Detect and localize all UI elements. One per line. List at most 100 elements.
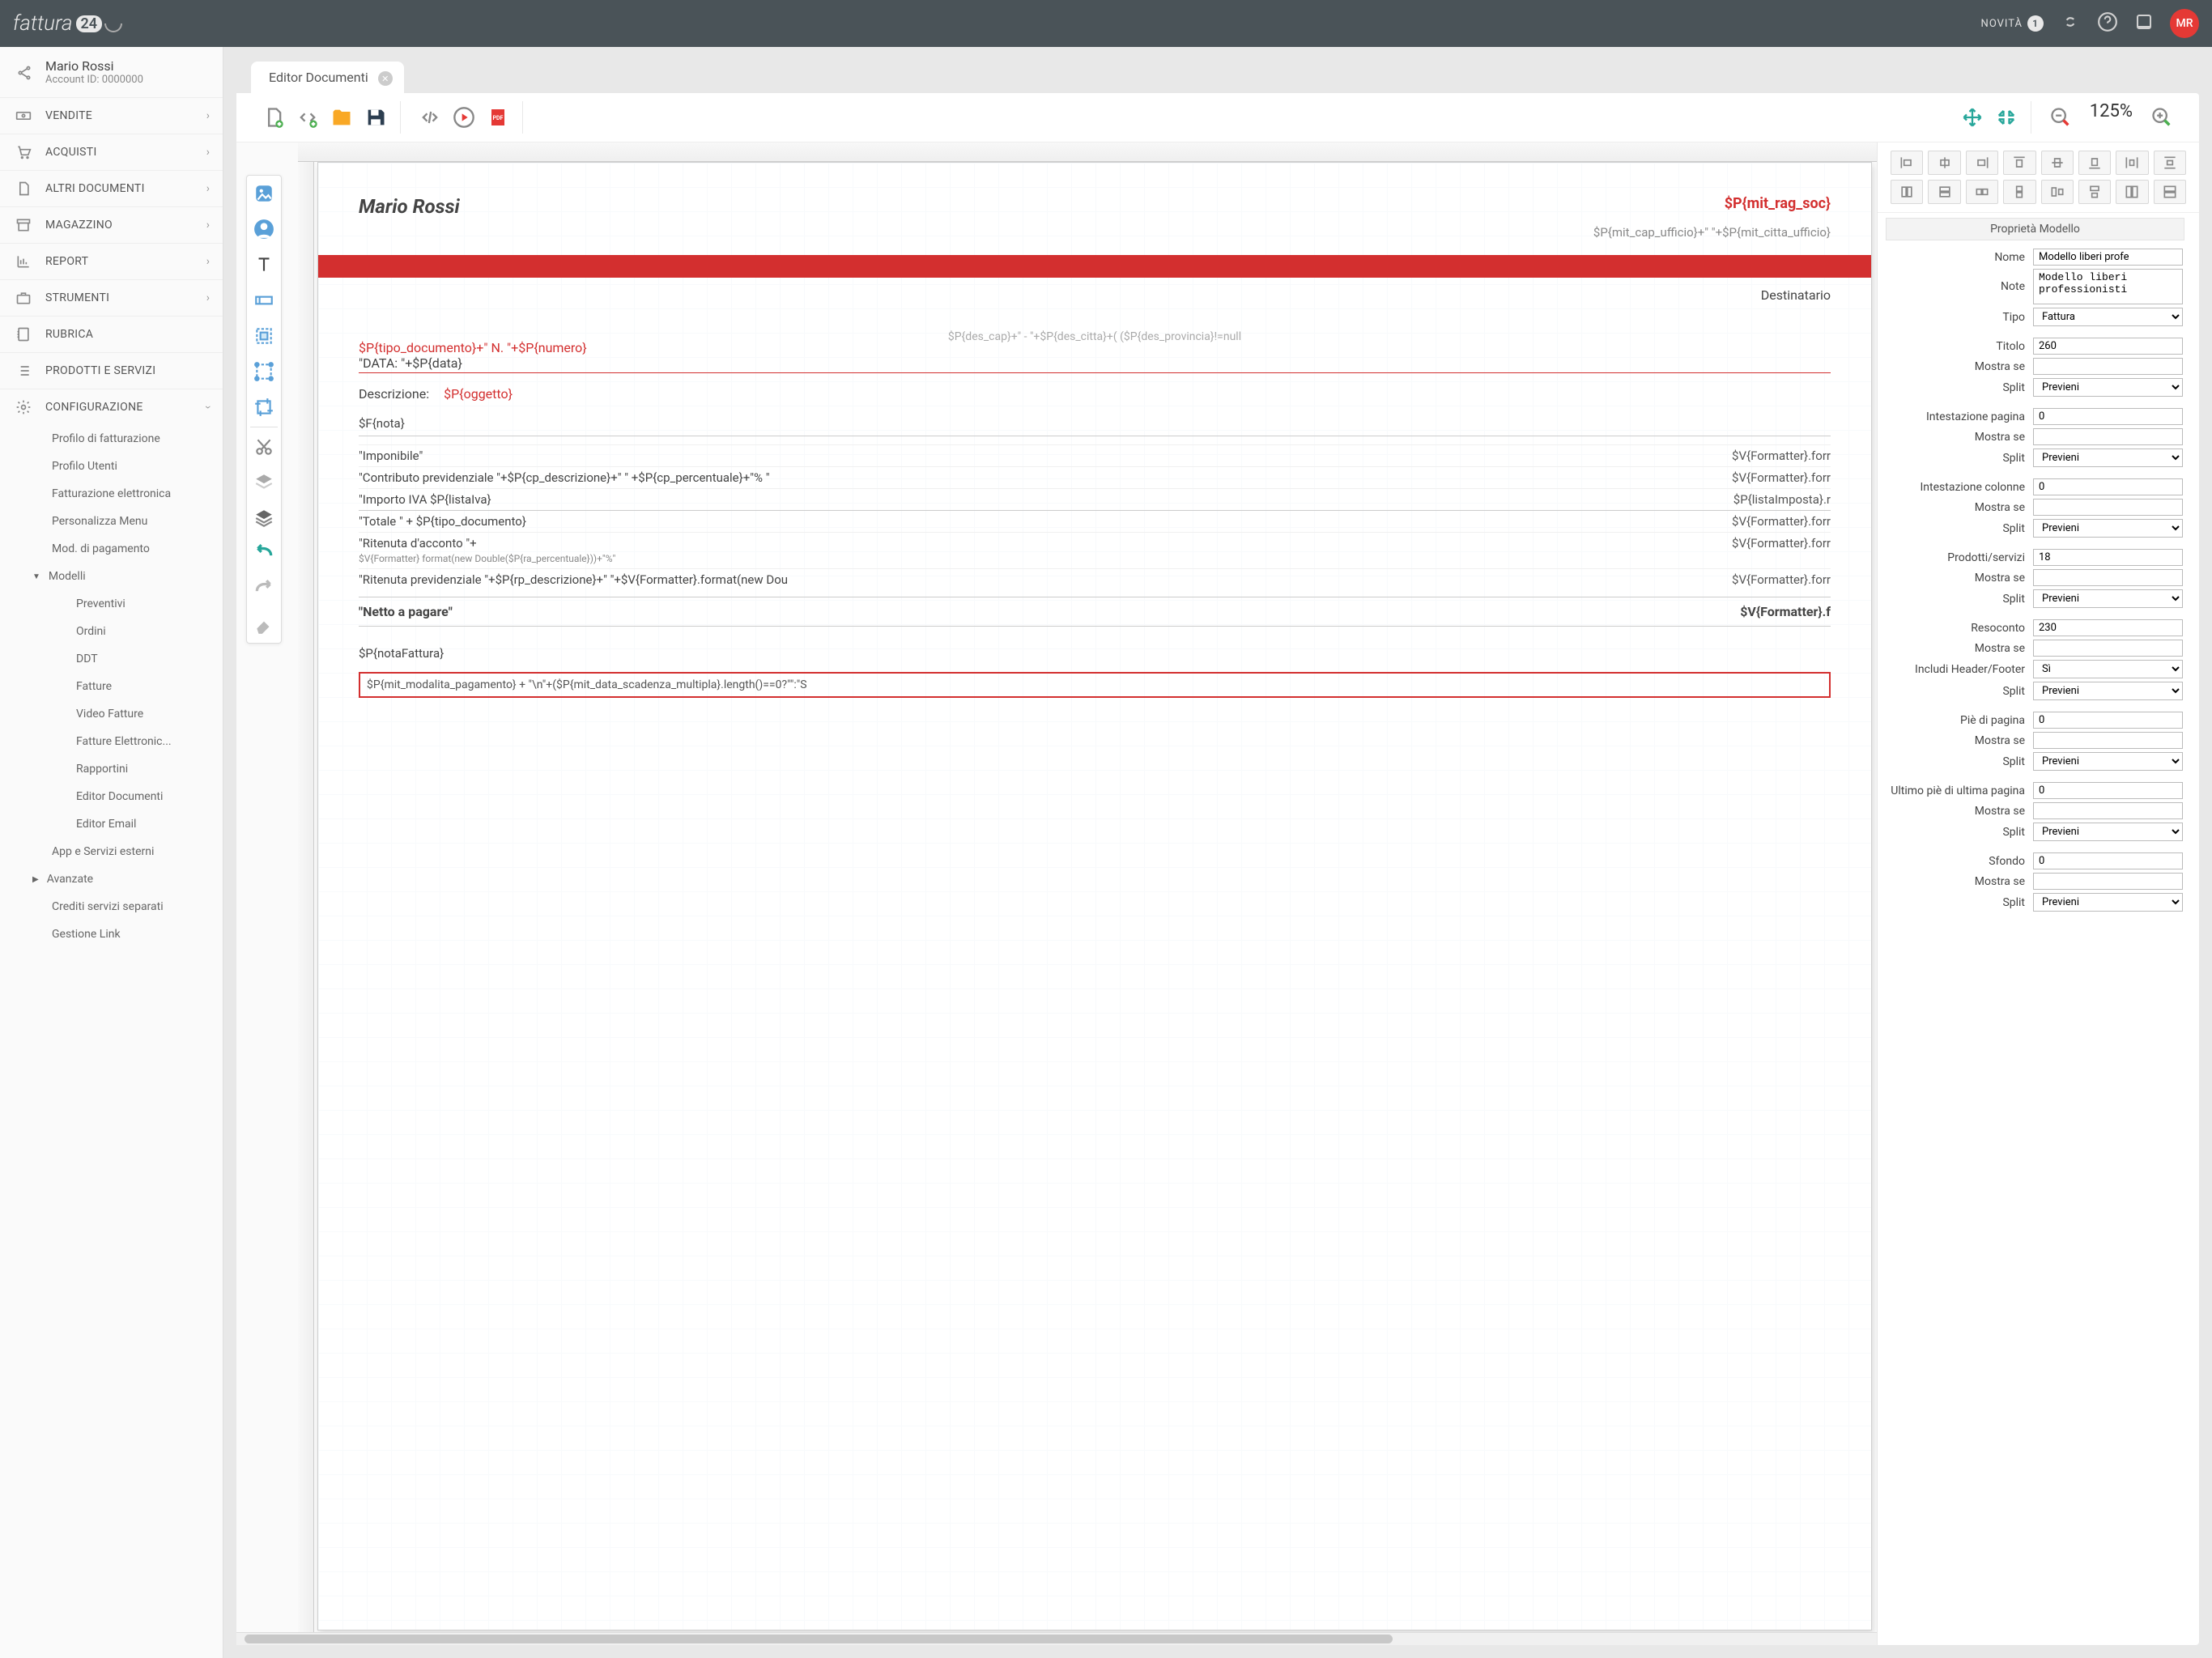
sub-profilo-utenti[interactable]: Profilo Utenti [0, 453, 223, 480]
help-icon[interactable] [2097, 11, 2118, 36]
same-width[interactable] [1891, 180, 1923, 204]
canvas[interactable]: Mario Rossi $P{mit_rag_soc} $P{mit_cap_u… [236, 142, 1877, 1645]
move-button[interactable] [1956, 101, 1989, 134]
prop-split7-select[interactable]: Previeni [2033, 823, 2183, 841]
align-opt-7[interactable] [2116, 180, 2148, 204]
prop-prod-input[interactable] [2033, 549, 2183, 566]
image-tool[interactable] [247, 176, 281, 211]
nav-altri-documenti[interactable]: ALTRI DOCUMENTI › [0, 170, 223, 206]
sub-ddt[interactable]: DDT [0, 645, 223, 673]
prop-split5-select[interactable]: Previeni [2033, 682, 2183, 700]
doc-red-band[interactable] [318, 255, 1871, 278]
doc-totale[interactable]: "Totale " + $P{tipo_documento} [359, 514, 526, 529]
play-button[interactable] [448, 101, 480, 134]
doc-descr-label[interactable]: Descrizione: [359, 386, 429, 402]
align-center-h[interactable] [1928, 151, 1960, 175]
prop-mostra7-input[interactable] [2033, 802, 2183, 819]
zoom-out-button[interactable] [2044, 101, 2077, 134]
sub-avanzate[interactable]: ▶Avanzate [0, 865, 223, 893]
doc-ritenuta-acconto[interactable]: "Ritenuta d'acconto "+$V{Formatter} form… [359, 536, 615, 565]
nav-vendite[interactable]: VENDITE › [0, 97, 223, 134]
doc-oggetto[interactable]: $P{oggetto} [444, 386, 513, 402]
prop-res-input[interactable] [2033, 619, 2183, 636]
document-page[interactable]: Mario Rossi $P{mit_rag_soc} $P{mit_cap_u… [317, 162, 1872, 1630]
prop-split2-select[interactable]: Previeni [2033, 449, 2183, 467]
prop-split3-select[interactable]: Previeni [2033, 519, 2183, 538]
align-left[interactable] [1891, 151, 1923, 175]
nav-prodotti[interactable]: PRODOTTI E SERVIZI [0, 352, 223, 389]
doc-mit-rag-soc[interactable]: $P{mit_rag_soc} [1593, 195, 1831, 212]
layer-up-tool[interactable] [247, 500, 281, 536]
prop-mostra6-input[interactable] [2033, 732, 2183, 749]
sub-preventivi[interactable]: Preventivi [0, 590, 223, 618]
align-top[interactable] [2003, 151, 2035, 175]
prop-nome-input[interactable] [2033, 249, 2183, 266]
code-button[interactable] [414, 101, 446, 134]
group-tool[interactable] [247, 318, 281, 354]
prop-titolo-input[interactable] [2033, 338, 2183, 355]
close-icon[interactable]: ✕ [378, 71, 393, 86]
doc-netto[interactable]: "Netto a pagare" [359, 604, 453, 619]
prop-mostra8-input[interactable] [2033, 873, 2183, 890]
horizontal-scrollbar[interactable] [236, 1632, 1877, 1645]
prop-sfondo-input[interactable] [2033, 852, 2183, 869]
new-code-button[interactable] [291, 101, 324, 134]
sub-personalizza-menu[interactable]: Personalizza Menu [0, 508, 223, 535]
link-icon[interactable] [2060, 11, 2081, 36]
novita[interactable]: NOVITÀ 1 [1981, 15, 2044, 32]
redo-tool[interactable] [247, 572, 281, 607]
select-tool[interactable] [247, 354, 281, 389]
sub-app-servizi[interactable]: App e Servizi esterni [0, 838, 223, 865]
nav-configurazione[interactable]: CONFIGURAZIONE › [0, 389, 223, 425]
prop-mostra3-input[interactable] [2033, 499, 2183, 516]
sub-editor-email[interactable]: Editor Email [0, 810, 223, 838]
prop-inchf-select[interactable]: Sì [2033, 660, 2183, 678]
sub-fatture-elettroniche[interactable]: Fatture Elettronic... [0, 728, 223, 755]
prop-split4-select[interactable]: Previeni [2033, 589, 2183, 608]
prop-mostra2-input[interactable] [2033, 428, 2183, 445]
align-right[interactable] [1966, 151, 1998, 175]
align-opt-6[interactable] [2078, 180, 2111, 204]
doc-contributo[interactable]: "Contributo previdenziale "+$P{cp_descri… [359, 470, 770, 485]
align-opt-4[interactable] [2003, 180, 2035, 204]
prop-note-input[interactable]: Modello liberi professionisti [2033, 269, 2183, 304]
nav-acquisti[interactable]: ACQUISTI › [0, 134, 223, 170]
sub-gestione-link[interactable]: Gestione Link [0, 920, 223, 948]
avatar[interactable]: MR [2170, 9, 2199, 38]
prop-intpag-input[interactable] [2033, 408, 2183, 425]
doc-data[interactable]: "DATA: "+$P{data} [359, 355, 1831, 373]
sub-video-fatture[interactable]: Video Fatture [0, 700, 223, 728]
prop-mostra1-input[interactable] [2033, 358, 2183, 375]
doc-imponibile[interactable]: "Imponibile" [359, 449, 423, 463]
layer-down-tool[interactable] [247, 465, 281, 500]
nav-report[interactable]: REPORT › [0, 243, 223, 279]
open-button[interactable] [325, 101, 358, 134]
cut-tool[interactable] [247, 429, 281, 465]
sub-editor-documenti[interactable]: Editor Documenti [0, 783, 223, 810]
prop-mostra4-input[interactable] [2033, 569, 2183, 586]
doc-nota-fattura[interactable]: $P{notaFattura} [359, 646, 1831, 661]
avatar-tool[interactable] [247, 211, 281, 247]
sub-ordini[interactable]: Ordini [0, 618, 223, 645]
align-opt-8[interactable] [2154, 180, 2186, 204]
prop-ult-input[interactable] [2033, 782, 2183, 799]
align-opt-5[interactable] [2041, 180, 2074, 204]
sub-profilo-fatturazione[interactable]: Profilo di fatturazione [0, 425, 223, 453]
undo-tool[interactable] [247, 536, 281, 572]
prop-tipo-select[interactable]: Fattura [2033, 308, 2183, 326]
pdf-button[interactable]: PDF [482, 101, 514, 134]
align-opt-3[interactable] [1966, 180, 1998, 204]
doc-ritenuta-prev[interactable]: "Ritenuta previdenziale "+$P{rp_descrizi… [359, 572, 788, 587]
prop-split8-select[interactable]: Previeni [2033, 893, 2183, 912]
window-icon[interactable] [2134, 12, 2154, 35]
distribute-h[interactable] [2116, 151, 2148, 175]
prop-intcol-input[interactable] [2033, 478, 2183, 495]
doc-nota[interactable]: $F{nota} [359, 416, 1831, 436]
textfield-tool[interactable] [247, 283, 281, 318]
tab-editor-documenti[interactable]: Editor Documenti ✕ [251, 62, 404, 93]
fit-button[interactable] [1990, 101, 2023, 134]
prop-pie-input[interactable] [2033, 712, 2183, 729]
sub-mod-pagamento[interactable]: Mod. di pagamento [0, 535, 223, 563]
distribute-v[interactable] [2154, 151, 2186, 175]
prop-split6-select[interactable]: Previeni [2033, 752, 2183, 771]
